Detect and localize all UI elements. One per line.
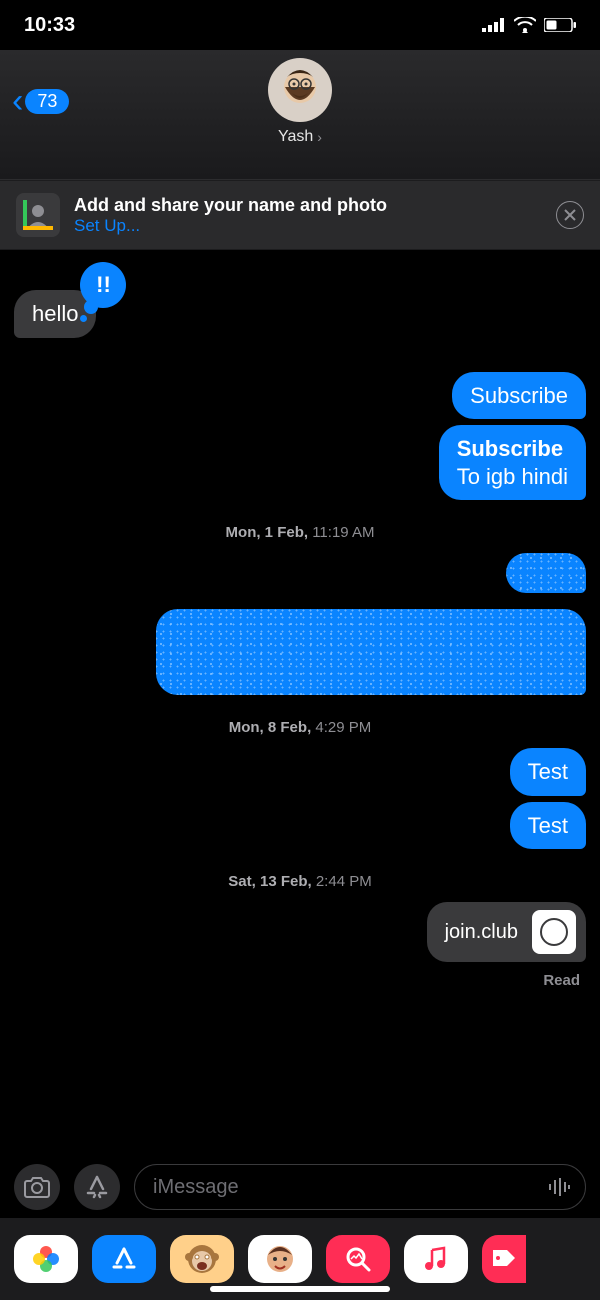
message-text: hello: [32, 301, 78, 326]
app-store-icon: [85, 1175, 109, 1199]
message-text: Subscribe: [470, 383, 568, 408]
cellular-icon: [482, 18, 506, 32]
waveform-icon: [547, 1177, 571, 1197]
person-memoji-icon: [262, 1241, 298, 1277]
avatar: [268, 58, 332, 122]
compose-placeholder: iMessage: [153, 1176, 541, 1199]
tapback-label: !!: [96, 271, 111, 299]
app-heart[interactable]: [482, 1235, 526, 1283]
message-bubble-outgoing[interactable]: Test: [510, 802, 586, 850]
contact-name: Yash: [278, 128, 313, 146]
banner-title: Add and share your name and photo: [74, 195, 542, 216]
music-icon: [424, 1246, 448, 1272]
invisible-ink-bubble[interactable]: [506, 553, 586, 593]
contact-name-row: Yash ›: [278, 128, 322, 146]
link-text: join.club: [445, 921, 518, 944]
photos-icon: [31, 1244, 61, 1274]
image-search-icon: [344, 1245, 372, 1273]
message-bubble-outgoing[interactable]: Subscribe: [452, 372, 586, 420]
message-list[interactable]: hello !! Subscribe Subscribe To igb hind…: [0, 250, 600, 1154]
camera-button[interactable]: [14, 1164, 60, 1210]
home-indicator[interactable]: [210, 1286, 390, 1292]
message-text: To igb hindi: [457, 464, 568, 489]
banner-close-button[interactable]: [556, 201, 584, 229]
monkey-memoji-icon: [184, 1241, 220, 1277]
heart-tag-icon: [489, 1246, 519, 1272]
banner-setup-link[interactable]: Set Up...: [74, 216, 542, 236]
contact-button[interactable]: Yash ›: [268, 58, 332, 146]
link-preview-bubble[interactable]: join.club: [427, 902, 586, 962]
status-time: 10:33: [24, 14, 75, 37]
app-store-button[interactable]: [74, 1164, 120, 1210]
timestamp: Mon, 1 Feb, 11:19 AM: [14, 524, 586, 541]
app-store[interactable]: [92, 1235, 156, 1283]
banner-thumb-icon: [16, 193, 60, 237]
chevron-right-icon: ›: [317, 129, 322, 145]
app-store-a-icon: [110, 1245, 138, 1273]
timestamp: Mon, 8 Feb, 4:29 PM: [14, 719, 586, 736]
message-bubble-outgoing[interactable]: Test: [510, 748, 586, 796]
battery-icon: [544, 18, 576, 32]
status-bar: 10:33: [0, 0, 600, 50]
safari-icon: [532, 910, 576, 954]
app-memoji-person[interactable]: [248, 1235, 312, 1283]
back-button[interactable]: ‹ 73: [12, 84, 69, 118]
audio-record-button[interactable]: [541, 1169, 577, 1205]
app-image-search[interactable]: [326, 1235, 390, 1283]
camera-icon: [24, 1176, 50, 1198]
app-music[interactable]: [404, 1235, 468, 1283]
compose-field[interactable]: iMessage: [134, 1164, 586, 1210]
message-text: Test: [528, 813, 568, 838]
compose-bar: iMessage: [0, 1154, 600, 1218]
banner-text: Add and share your name and photo Set Up…: [74, 195, 542, 236]
conversation-header: ‹ 73 Yash ›: [0, 50, 600, 180]
chevron-left-icon: ‹: [12, 84, 23, 118]
message-bubble-incoming[interactable]: hello !!: [14, 290, 96, 338]
status-right: [482, 17, 576, 33]
unread-count-badge: 73: [25, 89, 69, 114]
message-text: Test: [528, 759, 568, 784]
app-photos[interactable]: [14, 1235, 78, 1283]
share-name-banner: Add and share your name and photo Set Up…: [0, 180, 600, 250]
message-bubble-outgoing[interactable]: Subscribe To igb hindi: [439, 425, 586, 500]
close-icon: [564, 209, 576, 221]
timestamp: Sat, 13 Feb, 2:44 PM: [14, 873, 586, 890]
tapback-emphasize[interactable]: !!: [80, 262, 126, 308]
invisible-ink-bubble[interactable]: [156, 609, 586, 695]
wifi-icon: [514, 17, 536, 33]
read-receipt: Read: [14, 972, 586, 989]
message-text-bold: Subscribe: [457, 436, 563, 461]
app-memoji-monkey[interactable]: [170, 1235, 234, 1283]
